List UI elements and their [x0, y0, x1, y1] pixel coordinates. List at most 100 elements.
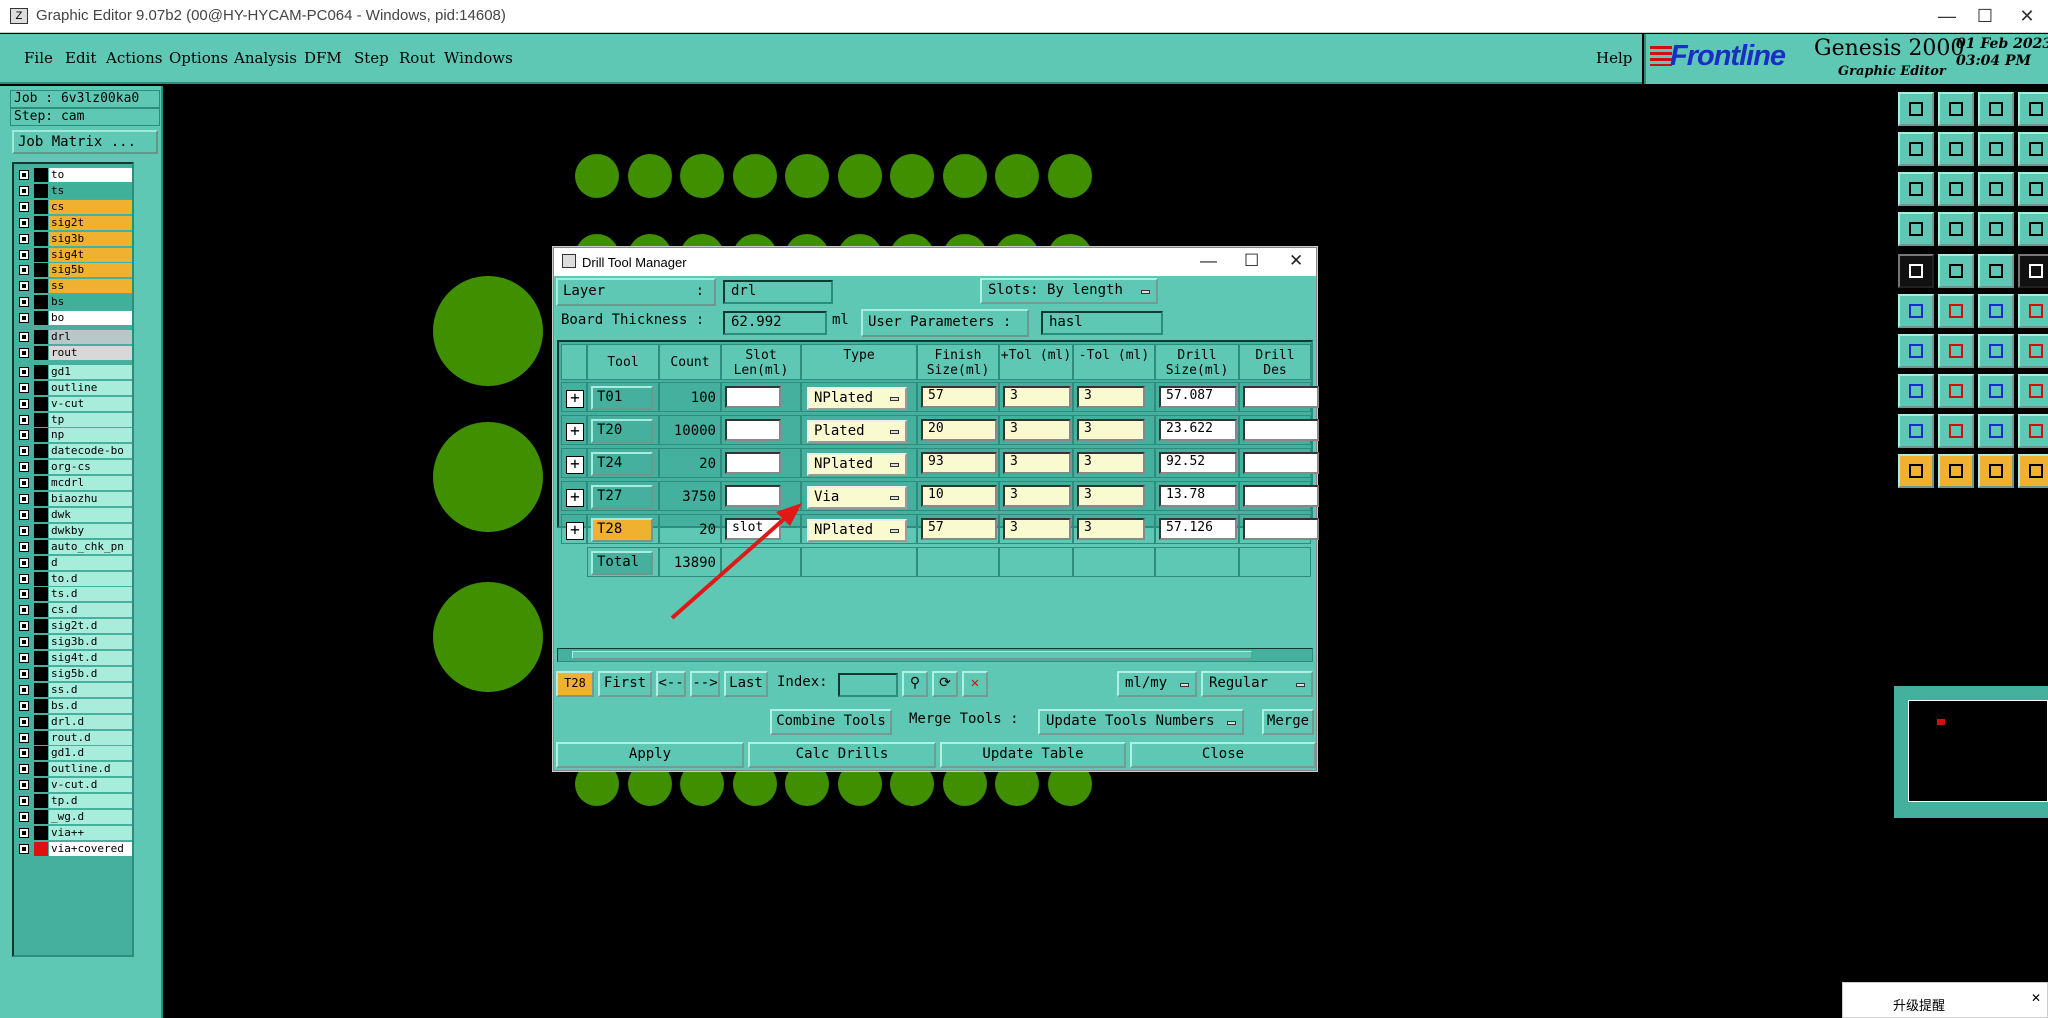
layer-name[interactable]: dwk	[49, 507, 132, 522]
row-expander[interactable]: +	[561, 415, 587, 445]
layer-row[interactable]: tp.d	[16, 794, 134, 809]
layer-row[interactable]: ts	[16, 183, 134, 198]
layer-row[interactable]: sig2t.d	[16, 619, 134, 634]
layer-row[interactable]: to	[16, 168, 134, 182]
minus-tol-cell[interactable]: 3	[1073, 415, 1155, 445]
toolbar-tool-icon[interactable]	[1978, 212, 2014, 246]
layer-checkbox[interactable]	[19, 462, 29, 473]
finish-cell[interactable]: 10	[917, 481, 999, 511]
toolbar-tool-icon[interactable]	[2018, 212, 2048, 246]
update-notification[interactable]: 升级提醒 ✕	[1842, 982, 2048, 1018]
combine-tools-button[interactable]: Combine Tools	[770, 709, 892, 735]
layer-checkbox[interactable]	[19, 764, 29, 775]
layer-name[interactable]: datecode-bo	[49, 444, 132, 459]
layer-checkbox[interactable]	[19, 414, 29, 425]
toolbar-tool-icon[interactable]	[2018, 414, 2048, 448]
merge-button[interactable]: Merge	[1262, 709, 1314, 735]
layer-row[interactable]: _wg.d	[16, 810, 134, 824]
layer-row[interactable]: bs	[16, 295, 134, 310]
mini-navigator[interactable]	[1894, 686, 2048, 818]
layer-checkbox[interactable]	[19, 796, 29, 807]
layer-name[interactable]: via+covered	[49, 841, 132, 856]
layer-name[interactable]: v-cut	[49, 396, 132, 411]
row-expander[interactable]: +	[561, 514, 587, 544]
layer-row[interactable]: drl	[16, 330, 134, 344]
layer-row[interactable]: via++	[16, 825, 134, 840]
maximize-icon[interactable]: ☐	[1962, 2, 2008, 30]
layer-row[interactable]: v-cut	[16, 396, 134, 411]
menu-file[interactable]: File	[24, 49, 53, 67]
drill-size-input[interactable]: 57.087	[1159, 386, 1237, 408]
toolbar-tool-icon[interactable]	[1898, 92, 1934, 126]
drill-des-cell[interactable]	[1239, 514, 1319, 544]
menu-analysis[interactable]: Analysis	[234, 49, 297, 67]
toolbar-tool-icon[interactable]	[1898, 212, 1934, 246]
layer-row[interactable]: bo	[16, 311, 134, 326]
plus-tol-input[interactable]: 3	[1003, 518, 1071, 540]
layer-checkbox[interactable]	[19, 281, 29, 292]
slot-cell[interactable]	[721, 448, 801, 478]
type-cell[interactable]: Plated	[801, 415, 917, 445]
layer-name[interactable]: drl	[49, 330, 132, 344]
layer-name[interactable]: tp.d	[49, 794, 132, 809]
drill-des-cell[interactable]	[1239, 382, 1319, 412]
layer-row[interactable]: sig5b	[16, 263, 134, 278]
layer-checkbox[interactable]	[19, 684, 29, 695]
toolbar-tool-icon[interactable]	[1898, 454, 1934, 488]
drill-size-cell[interactable]: 13.78	[1155, 481, 1239, 511]
layer-name[interactable]: to.d	[49, 571, 132, 586]
dialog-close-icon[interactable]: ✕	[1289, 251, 1303, 271]
plus-tol-cell[interactable]: 3	[999, 382, 1073, 412]
layer-name[interactable]: sig3b	[49, 231, 132, 246]
drill-des-input[interactable]	[1243, 485, 1319, 507]
layer-checkbox[interactable]	[19, 668, 29, 679]
layer-name[interactable]: bs.d	[49, 698, 132, 713]
toolbar-tool-icon[interactable]	[1978, 172, 2014, 206]
update-tools-numbers-dropdown[interactable]: Update Tools Numbers	[1038, 709, 1244, 735]
plus-tol-input[interactable]: 3	[1003, 452, 1071, 474]
layer-name[interactable]: biaozhu	[49, 492, 132, 506]
type-cell[interactable]: Via	[801, 481, 917, 511]
refresh-icon[interactable]: ⟳	[932, 671, 958, 697]
layer-checkbox[interactable]	[19, 653, 29, 663]
layer-checkbox[interactable]	[19, 313, 29, 324]
layer-checkbox[interactable]	[19, 347, 29, 358]
layer-row[interactable]: tp	[16, 412, 134, 427]
layer-row[interactable]: cs.d	[16, 603, 134, 618]
layer-checkbox[interactable]	[19, 780, 29, 791]
tool-button[interactable]: T20	[591, 419, 653, 443]
toolbar-tool-icon[interactable]	[2018, 374, 2048, 408]
minus-tol-input[interactable]: 3	[1077, 386, 1145, 408]
drill-des-cell[interactable]	[1239, 448, 1319, 478]
layer-name[interactable]: sig5b	[49, 263, 132, 278]
expand-icon[interactable]: +	[566, 489, 584, 507]
layer-name[interactable]: ss	[49, 279, 132, 294]
layer-checkbox[interactable]	[19, 233, 29, 244]
toolbar-tool-icon[interactable]	[1978, 132, 2014, 166]
clear-icon[interactable]: ✕	[962, 671, 988, 697]
tool-button[interactable]: T27	[591, 485, 653, 509]
minus-tol-cell[interactable]: 3	[1073, 448, 1155, 478]
layer-row[interactable]: sig3b.d	[16, 635, 134, 650]
minus-tol-input[interactable]: 3	[1077, 485, 1145, 507]
toolbar-tool-icon[interactable]	[1938, 92, 1974, 126]
layer-name[interactable]: sig4t	[49, 247, 132, 262]
layer-name[interactable]: sig5b.d	[49, 666, 132, 681]
toolbar-tool-icon[interactable]	[1978, 374, 2014, 408]
plus-tol-input[interactable]: 3	[1003, 386, 1071, 408]
toolbar-tool-icon[interactable]	[2018, 334, 2048, 368]
layer-name[interactable]: cs	[49, 199, 132, 214]
layer-name[interactable]: outline	[49, 380, 132, 395]
drill-des-cell[interactable]	[1239, 415, 1319, 445]
toolbar-tool-icon[interactable]	[1938, 294, 1974, 328]
layer-name[interactable]: ss.d	[49, 682, 132, 697]
layer-row[interactable]: org-cs	[16, 460, 134, 475]
layer-row[interactable]: np	[16, 428, 134, 443]
type-cell[interactable]: NPlated	[801, 514, 917, 544]
layer-row[interactable]: rout	[16, 345, 134, 360]
layer-name[interactable]: via++	[49, 825, 132, 840]
layer-checkbox[interactable]	[19, 430, 29, 441]
layer-name[interactable]: bo	[49, 311, 132, 326]
tool-cell[interactable]: T01	[587, 382, 659, 412]
toolbar-tool-icon[interactable]	[1978, 414, 2014, 448]
